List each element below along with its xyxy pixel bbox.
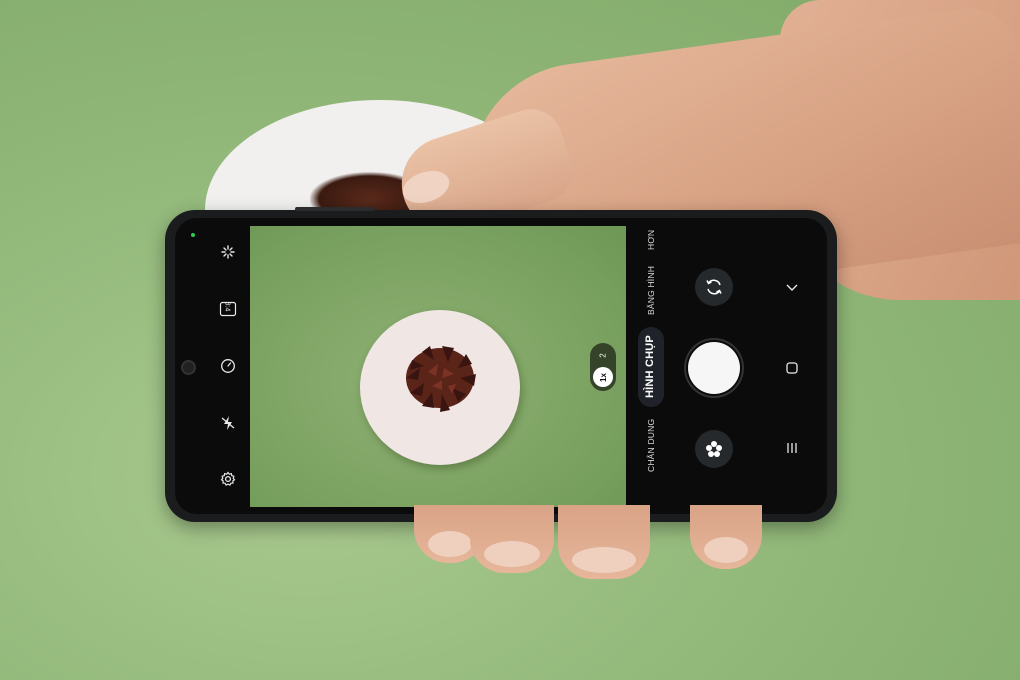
sparkle-icon[interactable] bbox=[217, 241, 239, 263]
switch-camera-icon bbox=[706, 279, 722, 295]
mode-more[interactable]: HƠN bbox=[646, 230, 656, 250]
flash-off-icon[interactable] bbox=[217, 412, 239, 434]
finger-2 bbox=[470, 505, 554, 573]
aspect-ratio-button[interactable]: 3:4 bbox=[217, 298, 239, 320]
zoom-2x-option[interactable]: 2 bbox=[596, 348, 610, 362]
chevron-down-icon[interactable] bbox=[781, 276, 803, 298]
shutter-button[interactable] bbox=[688, 342, 740, 394]
mode-video[interactable]: BĂNG HÌNH bbox=[646, 266, 656, 315]
recent-apps-icon[interactable] bbox=[781, 437, 803, 459]
settings-icon[interactable] bbox=[217, 468, 239, 490]
gallery-button[interactable] bbox=[695, 430, 733, 468]
flower-icon bbox=[706, 441, 722, 457]
finger-4 bbox=[690, 505, 762, 569]
front-camera bbox=[181, 360, 196, 375]
timer-icon[interactable] bbox=[217, 355, 239, 377]
finger-3 bbox=[558, 505, 650, 579]
home-icon[interactable] bbox=[781, 357, 803, 379]
viewfinder-pinecone bbox=[406, 346, 476, 412]
privacy-indicator-dot bbox=[191, 233, 195, 237]
mode-portrait[interactable]: CHÂN DUNG bbox=[646, 419, 656, 472]
phone-side-button bbox=[295, 207, 375, 211]
mode-photo[interactable]: HÌNH CHỤP bbox=[644, 335, 656, 398]
aspect-ratio-label: 3:4 bbox=[223, 301, 231, 312]
zoom-1x-option[interactable]: 1x bbox=[593, 367, 613, 387]
switch-camera-button[interactable] bbox=[695, 268, 733, 306]
